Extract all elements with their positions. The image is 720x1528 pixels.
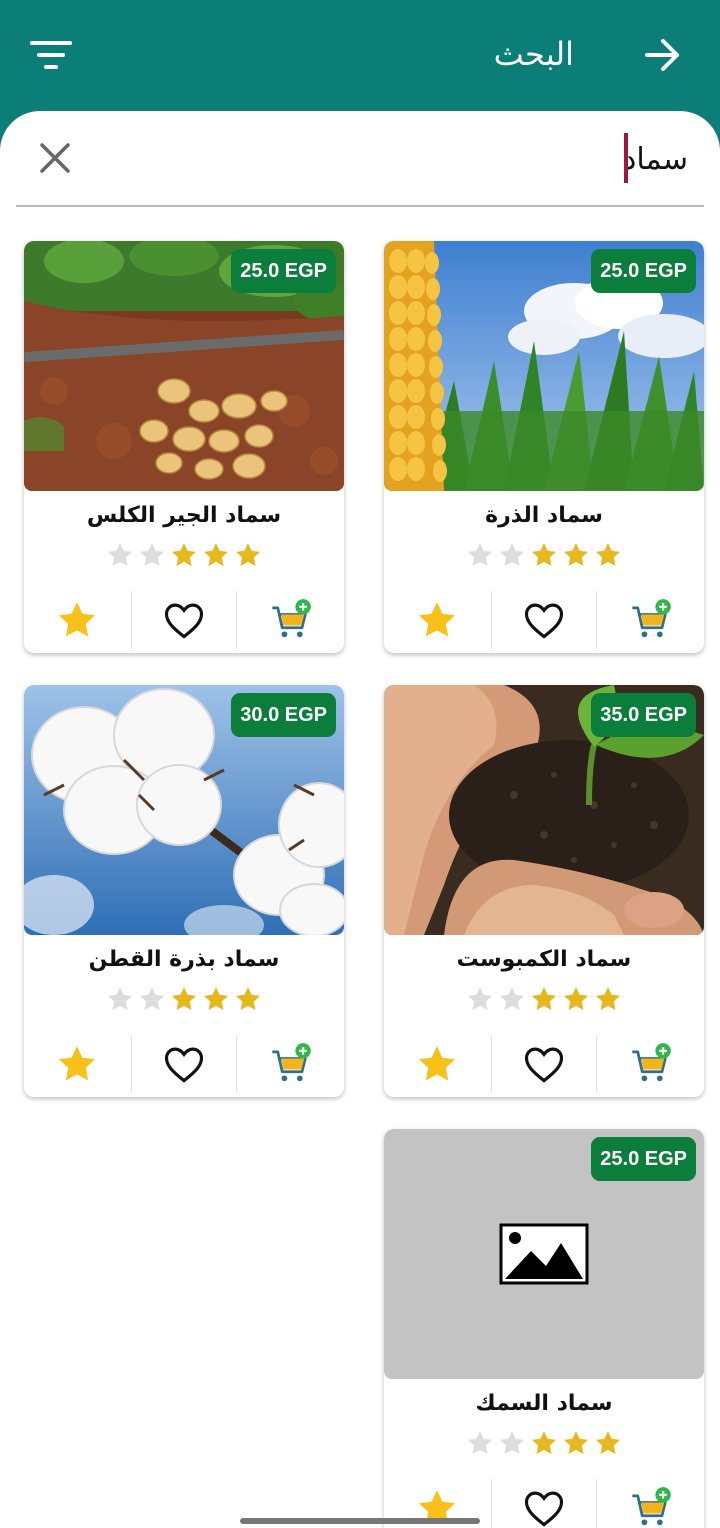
favorite-button[interactable]: [491, 591, 597, 649]
arrow-right-icon[interactable]: [644, 36, 682, 74]
star-filled-icon: [595, 987, 621, 1010]
rate-star-button[interactable]: [24, 1035, 130, 1093]
favorite-button[interactable]: [131, 591, 237, 649]
star-empty-icon: [107, 543, 133, 566]
product-card[interactable]: 25.0 EGP سماد السمك: [384, 1129, 704, 1528]
star-filled-icon: [235, 987, 261, 1010]
add-to-cart-button[interactable]: [238, 591, 344, 649]
product-card[interactable]: 30.0 EGP سماد بذرة القطن: [24, 685, 344, 1097]
product-card[interactable]: 25.0 EGP سماد الذرة: [384, 241, 704, 653]
star-icon: [418, 1046, 456, 1081]
product-name[interactable]: سماد الجير الكلس: [24, 499, 344, 533]
rate-star-button[interactable]: [384, 1035, 490, 1093]
page-title: البحث: [493, 35, 574, 73]
cart-plus-icon: [632, 1487, 671, 1526]
rate-star-button[interactable]: [24, 591, 130, 649]
star-icon: [418, 602, 456, 637]
home-indicator[interactable]: [240, 1518, 480, 1524]
price-badge: 30.0 EGP: [231, 693, 336, 737]
star-empty-icon: [467, 543, 493, 566]
favorite-button[interactable]: [491, 1479, 597, 1528]
product-name[interactable]: سماد بذرة القطن: [24, 943, 344, 977]
rating-stars: [384, 541, 704, 569]
product-name[interactable]: سماد السمك: [384, 1387, 704, 1421]
product-image-placeholder[interactable]: 25.0 EGP: [384, 1129, 704, 1379]
star-filled-icon: [563, 1431, 589, 1454]
star-filled-icon: [595, 1431, 621, 1454]
card-actions: [24, 1035, 344, 1093]
product-card[interactable]: 35.0 EGP سماد الكمبوست: [384, 685, 704, 1097]
heart-icon: [164, 603, 204, 639]
search-bar: [16, 111, 704, 207]
star-icon: [58, 602, 96, 637]
star-filled-icon: [203, 987, 229, 1010]
product-name[interactable]: سماد الكمبوست: [384, 943, 704, 977]
rating-stars: [24, 985, 344, 1013]
rating-stars: [384, 1429, 704, 1457]
product-image-compost[interactable]: 35.0 EGP: [384, 685, 704, 935]
rate-star-button[interactable]: [384, 591, 490, 649]
add-to-cart-button[interactable]: [598, 591, 704, 649]
star-empty-icon: [499, 543, 525, 566]
heart-icon: [164, 1047, 204, 1083]
star-empty-icon: [139, 987, 165, 1010]
star-icon: [58, 1046, 96, 1081]
favorite-button[interactable]: [131, 1035, 237, 1093]
card-actions: [384, 591, 704, 649]
product-image-corn[interactable]: 25.0 EGP: [384, 241, 704, 491]
star-filled-icon: [563, 543, 589, 566]
product-name[interactable]: سماد الذرة: [384, 499, 704, 533]
cart-plus-icon: [632, 599, 671, 638]
close-icon[interactable]: [38, 141, 72, 175]
heart-icon: [524, 1047, 564, 1083]
star-filled-icon: [595, 543, 621, 566]
rating-stars: [24, 541, 344, 569]
add-to-cart-button[interactable]: [238, 1035, 344, 1093]
add-to-cart-button[interactable]: [598, 1035, 704, 1093]
card-actions: [24, 591, 344, 649]
star-filled-icon: [171, 543, 197, 566]
star-filled-icon: [235, 543, 261, 566]
star-empty-icon: [139, 543, 165, 566]
heart-icon: [524, 1491, 564, 1527]
star-empty-icon: [467, 987, 493, 1010]
star-filled-icon: [531, 987, 557, 1010]
price-badge: 25.0 EGP: [591, 249, 696, 293]
star-empty-icon: [499, 1431, 525, 1454]
star-filled-icon: [203, 543, 229, 566]
price-badge: 35.0 EGP: [591, 693, 696, 737]
product-card[interactable]: 25.0 EGP سماد الجير الكلس: [24, 241, 344, 653]
add-to-cart-button[interactable]: [598, 1479, 704, 1528]
rating-stars: [384, 985, 704, 1013]
cart-plus-icon: [272, 599, 311, 638]
star-filled-icon: [531, 543, 557, 566]
content-sheet: 25.0 EGP سماد الذرة: [0, 111, 720, 1528]
cart-plus-icon: [632, 1043, 671, 1082]
star-empty-icon: [467, 1431, 493, 1454]
text-cursor: [624, 133, 628, 183]
star-empty-icon: [499, 987, 525, 1010]
cart-plus-icon: [272, 1043, 311, 1082]
price-badge: 25.0 EGP: [231, 249, 336, 293]
product-image-cotton[interactable]: 30.0 EGP: [24, 685, 344, 935]
star-filled-icon: [171, 987, 197, 1010]
search-input[interactable]: [168, 131, 688, 187]
heart-icon: [524, 603, 564, 639]
star-filled-icon: [531, 1431, 557, 1454]
price-badge: 25.0 EGP: [591, 1137, 696, 1181]
favorite-button[interactable]: [491, 1035, 597, 1093]
star-empty-icon: [107, 987, 133, 1010]
star-filled-icon: [563, 987, 589, 1010]
filter-icon[interactable]: [30, 38, 74, 72]
card-actions: [384, 1035, 704, 1093]
product-image-potato[interactable]: 25.0 EGP: [24, 241, 344, 491]
